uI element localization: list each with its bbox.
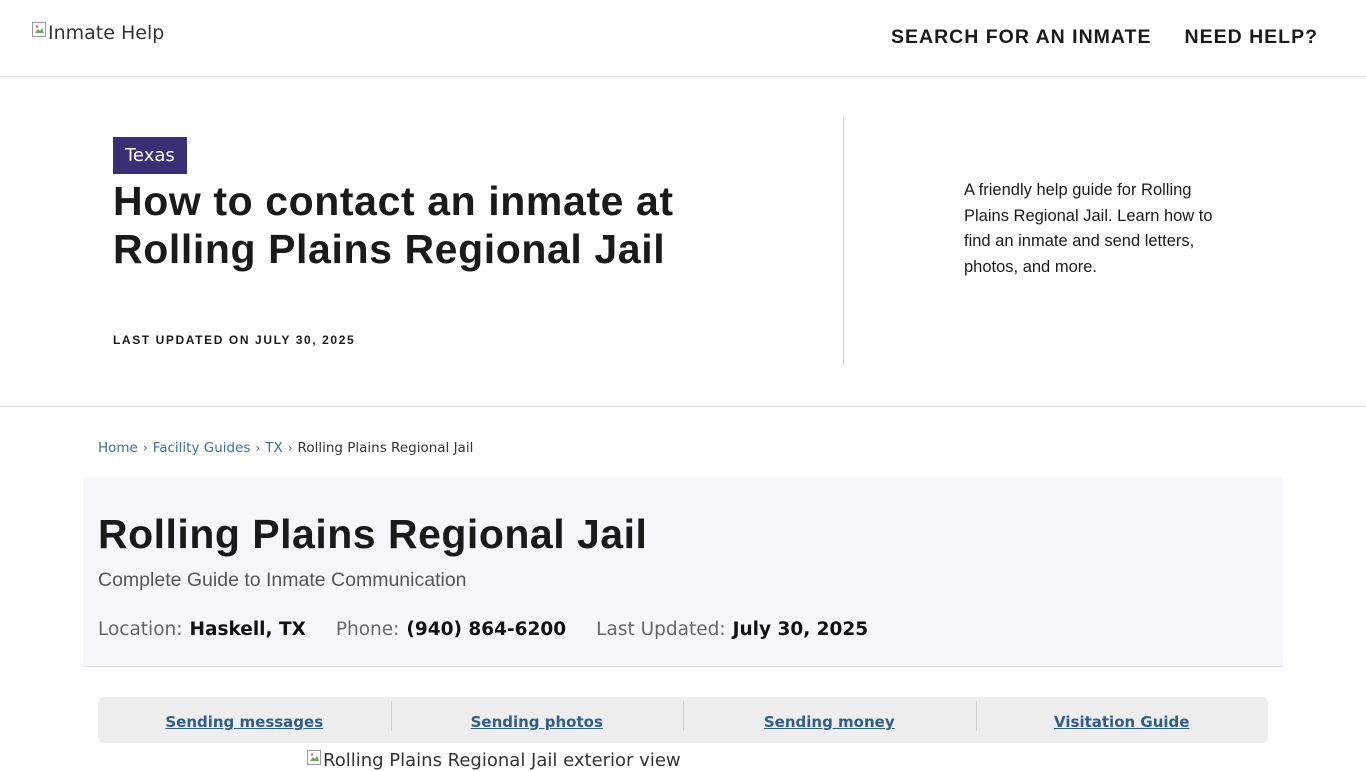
location-value: Haskell, TX [189,619,306,640]
site-header: Inmate Help SEARCH FOR AN INMATE NEED HE… [0,0,1366,77]
breadcrumb-separator: › [255,441,261,455]
breadcrumb-tx[interactable]: TX [265,440,283,456]
tab-sending-messages[interactable]: Sending messages [98,709,391,731]
meta-phone: Phone: (940) 864-6200 [336,619,566,640]
facility-subtitle: Complete Guide to Inmate Communication [98,569,467,591]
last-updated-text: LAST UPDATED ON JULY 30, 2025 [113,333,356,347]
meta-location: Location: Haskell, TX [98,619,306,640]
facility-header-panel: Rolling Plains Regional Jail Complete Gu… [83,477,1283,667]
breadcrumb-separator: › [142,441,148,455]
breadcrumb-separator: › [287,441,293,455]
guide-tabs: Sending messages Sending photos Sending … [98,697,1268,743]
broken-image-icon [307,750,323,766]
facility-title: Rolling Plains Regional Jail [98,511,648,557]
phone-label: Phone: [335,619,400,640]
broken-image-icon [32,22,48,38]
hero-divider [843,118,844,364]
updated-label: Last Updated: [596,619,726,640]
tab-visitation-guide[interactable]: Visitation Guide [975,701,1269,731]
hero-description: A friendly help guide for Rolling Plains… [964,181,1213,276]
tab-sending-money[interactable]: Sending money [683,701,976,731]
nav-need-help[interactable]: NEED HELP? [1184,26,1318,49]
breadcrumb-current: Rolling Plains Regional Jail [297,440,474,456]
nav-search-inmate[interactable]: SEARCH FOR AN INMATE [891,26,1152,49]
main-nav: SEARCH FOR AN INMATE NEED HELP? [891,26,1318,49]
hero-section: Texas How to contact an inmate at Rollin… [0,77,1366,407]
breadcrumb-facility-guides[interactable]: Facility Guides [153,440,251,456]
updated-value: July 30, 2025 [732,619,869,640]
facility-meta: Location: Haskell, TX Phone: (940) 864-6… [98,619,898,640]
logo-alt-text: Inmate Help [48,22,165,44]
breadcrumb-home[interactable]: Home [98,440,138,456]
tab-sending-photos[interactable]: Sending photos [390,701,684,731]
breadcrumb: Home › Facility Guides › TX › Rolling Pl… [98,440,473,456]
location-label: Location: [98,619,183,640]
state-badge[interactable]: Texas [113,137,187,174]
page-title: How to contact an inmate at Rolling Plai… [113,178,674,272]
logo-link[interactable]: Inmate Help [32,22,164,44]
phone-value: (940) 864-6200 [406,619,567,640]
meta-updated: Last Updated: July 30, 2025 [596,619,868,640]
